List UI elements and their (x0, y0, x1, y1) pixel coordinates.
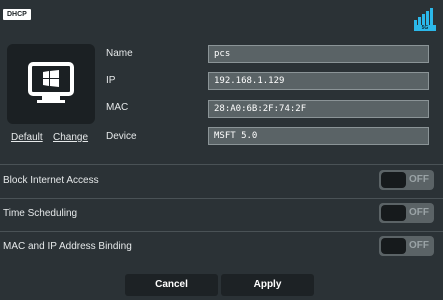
toggle-knob (381, 205, 406, 221)
mac-field[interactable]: 28:A0:6B:2F:74:2F (208, 100, 429, 118)
device-field[interactable]: MSFT 5.0 (208, 127, 429, 145)
cancel-button[interactable]: Cancel (125, 274, 218, 296)
band-label: 5G (414, 25, 436, 31)
toggle-knob (381, 172, 406, 188)
toggle-knob (381, 238, 406, 254)
time-scheduling-label: Time Scheduling (3, 208, 78, 219)
windows-monitor-icon (28, 62, 74, 103)
time-scheduling-toggle[interactable]: OFF (379, 203, 434, 223)
toggle-state: OFF (409, 207, 429, 218)
mac-ip-binding-label: MAC and IP Address Binding (3, 241, 132, 252)
device-label: Device (106, 131, 137, 142)
wifi-signal-icon: 5G (414, 5, 436, 31)
block-internet-toggle[interactable]: OFF (379, 170, 434, 190)
ip-label: IP (106, 75, 116, 86)
toggle-state: OFF (409, 174, 429, 185)
divider (0, 231, 443, 232)
divider (0, 198, 443, 199)
divider (0, 164, 443, 165)
dhcp-badge: DHCP (3, 9, 31, 20)
apply-button[interactable]: Apply (221, 274, 314, 296)
name-label: Name (106, 48, 133, 59)
default-link[interactable]: Default (11, 132, 43, 143)
block-internet-label: Block Internet Access (3, 175, 99, 186)
mac-ip-binding-toggle[interactable]: OFF (379, 236, 434, 256)
device-icon-box[interactable] (7, 44, 95, 124)
name-field[interactable]: pcs (208, 45, 429, 63)
mac-label: MAC (106, 102, 129, 113)
ip-field[interactable]: 192.168.1.129 (208, 72, 429, 90)
change-link[interactable]: Change (53, 132, 88, 143)
toggle-state: OFF (409, 240, 429, 251)
